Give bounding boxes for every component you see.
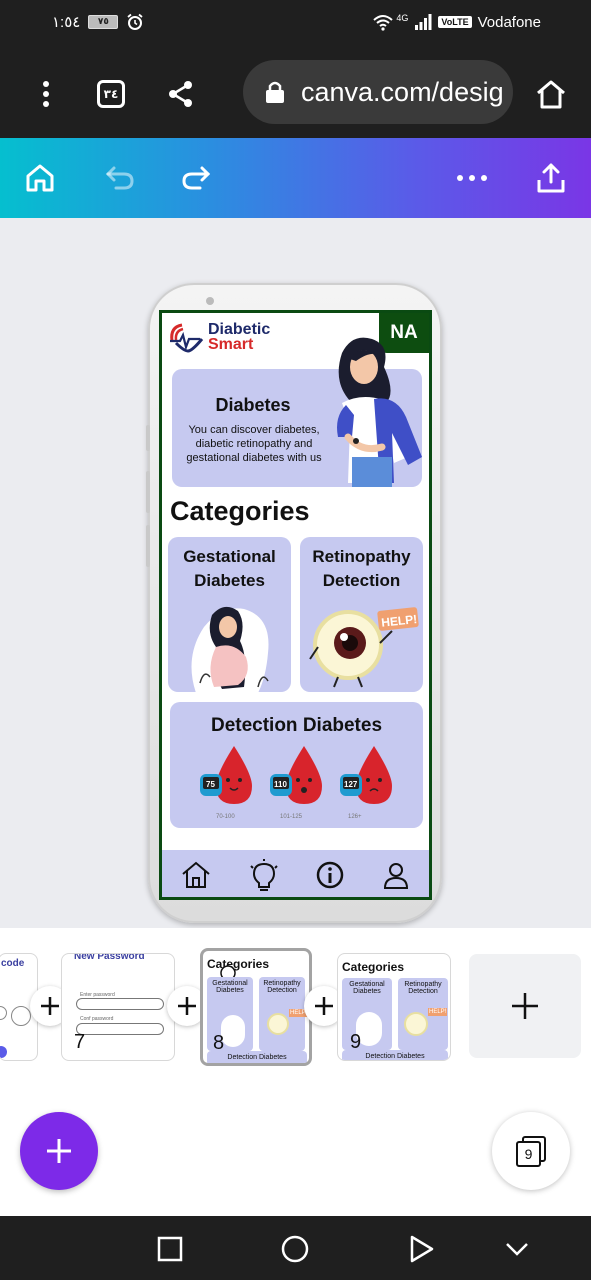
meter-reading: 75: [206, 780, 215, 789]
plus-icon: [512, 993, 538, 1019]
battery-indicator: ٧٥: [88, 15, 119, 29]
blood-drop-mascots: 75 110 127: [198, 744, 394, 806]
share-icon[interactable]: [161, 74, 201, 114]
home-icon[interactable]: [20, 158, 60, 198]
category-card-gestational[interactable]: Gestational Diabetes: [168, 537, 291, 692]
lock-icon: [266, 81, 284, 103]
blood-drop-icon: 75: [200, 746, 252, 804]
hero-title: Diabetes: [215, 395, 291, 415]
pages-icon: 9: [516, 1136, 546, 1167]
heartbeat-logo-icon: [170, 323, 204, 353]
status-bar: ١:٥٤ ٧٥ 4G VoLTE Vodafone: [0, 0, 591, 48]
blood-drop-icon: 110: [270, 746, 322, 804]
url-bar[interactable]: canva.com/desig: [243, 60, 513, 124]
plus-icon: [178, 997, 196, 1015]
home-circle-icon[interactable]: [280, 1234, 310, 1264]
home-icon[interactable]: [180, 859, 212, 891]
range-label: 70-100: [216, 814, 235, 820]
card-title: Gestational Diabetes: [183, 547, 276, 590]
logo-text-smart: Smart: [208, 336, 254, 353]
tab-count: ٣٤: [97, 80, 125, 108]
plus-icon: [47, 1139, 71, 1163]
thumb-title: Categories: [342, 960, 405, 974]
more-vert-icon[interactable]: [26, 74, 66, 114]
system-navigation-bar: [0, 1216, 591, 1280]
add-page-button[interactable]: [469, 954, 581, 1058]
carrier-name: Vodafone: [477, 13, 541, 31]
plus-icon: [41, 997, 59, 1015]
page-thumbnail-9[interactable]: Categories Gestational Diabetes Retinopa…: [337, 953, 451, 1061]
share-upload-icon[interactable]: [531, 158, 571, 198]
page-number: 9: [350, 1031, 362, 1053]
card-title: Retinopathy Detection: [312, 547, 411, 590]
app-logo: Diabetic Smart: [168, 321, 270, 353]
category-card-retinopathy[interactable]: Retinopathy Detection HELP!: [300, 537, 423, 692]
pregnant-woman-illustration: [191, 606, 269, 692]
logo-text-diabetic: Diabetic: [208, 321, 271, 338]
browser-toolbar: ٣٤ canva.com/desig: [0, 48, 591, 138]
category-card-detection[interactable]: Detection Diabetes 75 110 127 70-100 101…: [170, 702, 423, 828]
undo-icon[interactable]: [100, 158, 140, 198]
woman-checking-glucose-illustration: [337, 337, 422, 487]
hero-description: You can discover diabetes, diabetic reti…: [186, 424, 322, 464]
thumb-title: Categories: [207, 957, 270, 971]
network-gen: 4G: [396, 13, 409, 23]
design-canvas[interactable]: Diabetic Smart NA Diabetes You can disco…: [159, 310, 432, 900]
back-triangle-icon[interactable]: [406, 1234, 436, 1264]
page-thumbnail-8[interactable]: Categories Gestational Diabetes Retinopa…: [200, 948, 312, 1066]
add-element-fab[interactable]: [20, 1112, 98, 1190]
page-thumbnail-7[interactable]: New Password Enter password Conf passwor…: [61, 953, 175, 1061]
categories-heading: Categories: [170, 496, 310, 526]
volte-badge: VoLTE: [438, 16, 472, 28]
canva-toolbar: [0, 138, 591, 218]
url-text: canva.com/desig: [301, 76, 504, 107]
plus-icon: [315, 997, 333, 1015]
clock: ١:٥٤: [52, 14, 81, 31]
tabs-button[interactable]: ٣٤: [91, 74, 131, 114]
blood-drop-icon: 127: [340, 746, 392, 804]
chevron-down-icon[interactable]: [502, 1234, 532, 1264]
page-count: 9: [516, 1141, 541, 1167]
thumb-title: code: [1, 958, 25, 969]
more-horiz-icon[interactable]: [452, 158, 492, 198]
design-bottom-nav: [162, 850, 429, 897]
page-strip: code New Password Enter password Conf pa…: [0, 928, 591, 1216]
user-icon[interactable]: [381, 860, 411, 890]
page-number: 7: [74, 1031, 86, 1053]
meter-reading: 110: [274, 780, 287, 789]
phone-camera: [206, 297, 214, 305]
page-number: 8: [213, 1032, 225, 1054]
thumb-title: New Password: [74, 953, 145, 962]
recents-icon[interactable]: [155, 1234, 185, 1264]
redo-icon[interactable]: [176, 158, 216, 198]
wifi-icon: [373, 15, 394, 31]
alarm-icon: [127, 13, 143, 30]
meter-reading: 127: [344, 780, 358, 789]
eye-mascot-illustration: HELP!: [309, 607, 419, 688]
range-label: 126+: [348, 814, 362, 820]
info-icon[interactable]: [315, 860, 345, 890]
lightbulb-icon[interactable]: [248, 858, 280, 892]
signal-icon: [415, 14, 432, 30]
home-icon[interactable]: [531, 74, 571, 114]
card-title: Detection Diabetes: [210, 715, 383, 736]
range-label: 101-125: [280, 814, 303, 820]
pages-overview-button[interactable]: 9: [492, 1112, 570, 1190]
